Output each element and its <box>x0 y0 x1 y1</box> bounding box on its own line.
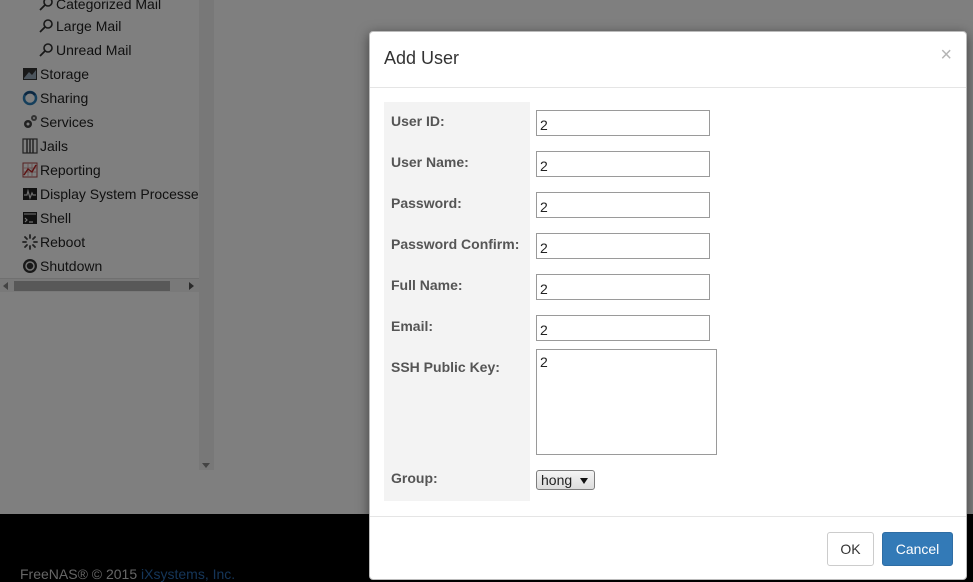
user-id-label: User ID: <box>391 113 445 129</box>
dialog-title: Add User <box>384 48 460 68</box>
close-icon[interactable]: × <box>940 44 952 66</box>
email-label: Email: <box>391 318 434 334</box>
add-user-form: User ID: User Name: Password: Password C… <box>384 102 954 501</box>
password-confirm-label: Password Confirm: <box>391 236 520 252</box>
password-label: Password: <box>391 195 462 211</box>
group-label: Group: <box>391 470 438 486</box>
dialog-footer: OK Cancel <box>370 516 966 580</box>
dialog-header: Add User × <box>370 32 966 88</box>
add-user-dialog: Add User × User ID: User Name: Password:… <box>369 31 967 580</box>
user-name-label: User Name: <box>391 154 469 170</box>
password-confirm-input[interactable] <box>536 233 710 259</box>
password-input[interactable] <box>536 192 710 218</box>
email-input[interactable] <box>536 315 710 341</box>
full-name-input[interactable] <box>536 274 710 300</box>
cancel-button[interactable]: Cancel <box>882 532 953 566</box>
ssh-public-key-textarea[interactable]: 2 <box>536 349 717 455</box>
user-id-input[interactable] <box>536 110 710 136</box>
full-name-label: Full Name: <box>391 277 463 293</box>
group-select-value: hong <box>541 472 573 488</box>
ok-button[interactable]: OK <box>827 532 874 566</box>
group-select[interactable]: hong <box>536 470 595 490</box>
user-name-input[interactable] <box>536 151 710 177</box>
dropdown-arrow-icon <box>580 478 588 484</box>
ssh-public-key-label: SSH Public Key: <box>391 359 500 375</box>
